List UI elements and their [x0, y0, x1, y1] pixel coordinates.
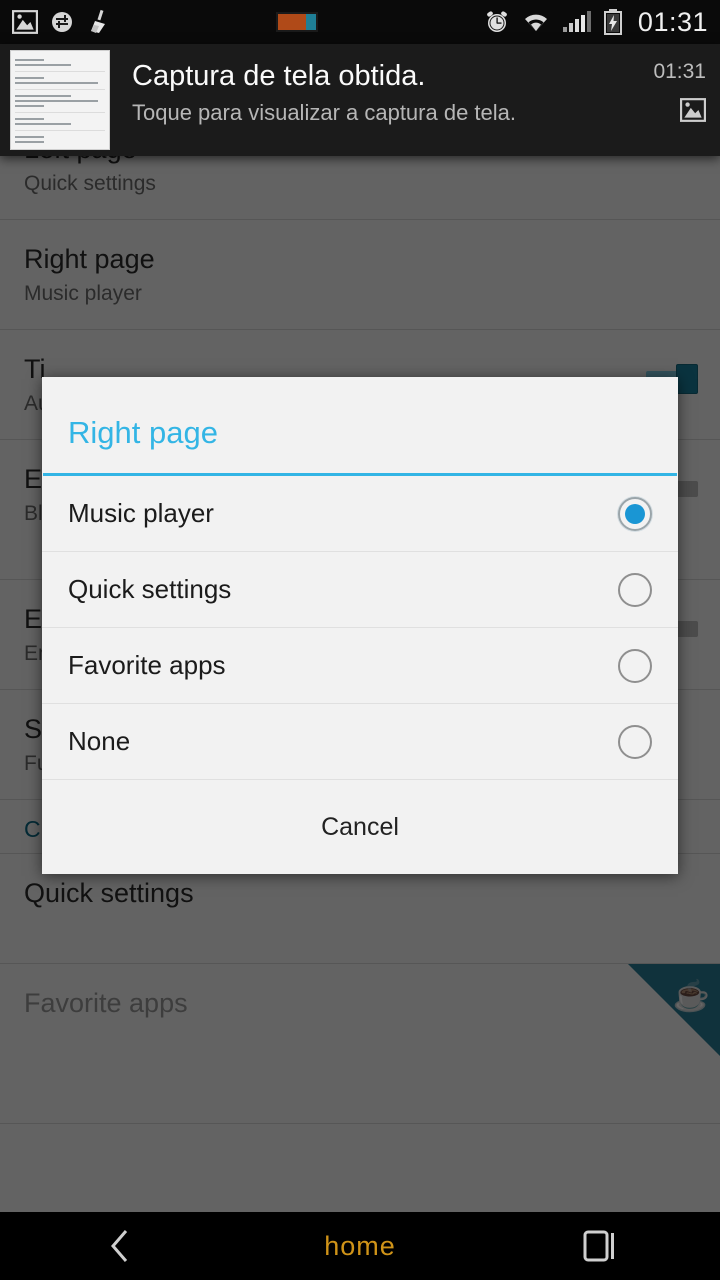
nav-back-button[interactable] [0, 1227, 240, 1265]
thumb-line [15, 59, 44, 61]
dialog-title: Right page [68, 415, 218, 450]
thumb-line [15, 118, 44, 120]
thumb-line [15, 141, 44, 143]
notification-image-icon-wrap [634, 98, 706, 122]
status-bar-center-icons [110, 12, 484, 32]
radio-button[interactable] [618, 572, 652, 607]
back-chevron-icon [107, 1227, 133, 1265]
navigation-bar: home [0, 1212, 720, 1280]
right-page-dialog: Right page Music player Quick settings F… [42, 377, 678, 874]
radio-button-selected[interactable] [618, 496, 652, 531]
download-chip-icon [275, 12, 318, 32]
cellular-signal-icon [562, 11, 592, 33]
notification-title: Captura de tela obtida. [132, 60, 426, 92]
thumb-line [15, 105, 44, 107]
cancel-button[interactable]: Cancel [321, 813, 399, 842]
notification-time: 01:31 [653, 60, 706, 83]
status-bar: 01:31 [0, 0, 720, 44]
nav-home-button[interactable]: home [240, 1231, 480, 1262]
thumb-line [15, 95, 71, 97]
status-bar-clock: 01:31 [637, 6, 708, 37]
settings-sync-icon [50, 10, 74, 34]
thumb-line [15, 123, 71, 125]
dialog-option-none[interactable]: None [42, 704, 678, 780]
option-label: Quick settings [68, 574, 232, 604]
status-bar-right-icons: 01:31 [484, 7, 708, 38]
thumb-line [15, 82, 98, 84]
dialog-option-list: Music player Quick settings Favorite app… [42, 476, 678, 780]
broom-cleaner-icon [86, 9, 110, 35]
notification-text: Captura de tela obtida. Toque para visua… [110, 44, 634, 156]
option-label: Music player [68, 498, 214, 528]
thumb-line [15, 64, 71, 66]
image-icon [12, 10, 38, 34]
status-bar-left-icons [12, 9, 110, 35]
thumb-separator [15, 112, 105, 113]
notification-meta: 01:31 [634, 44, 720, 156]
option-label: Favorite apps [68, 650, 226, 680]
notification-banner[interactable]: Captura de tela obtida. Toque para visua… [0, 44, 720, 156]
battery-charging-icon [603, 9, 622, 35]
thumb-separator [15, 130, 105, 131]
thumb-separator [15, 71, 105, 72]
nav-home-label: home [324, 1230, 396, 1261]
thumb-line [15, 100, 98, 102]
thumb-line [15, 77, 44, 79]
phone-screen: Left page Quick settings Right page Musi… [0, 0, 720, 1280]
nav-recents-button[interactable] [480, 1230, 720, 1262]
option-label: None [68, 726, 131, 756]
notification-subtitle: Toque para visualizar a captura de tela. [132, 100, 517, 125]
dialog-footer: Cancel [42, 780, 678, 874]
thumb-line [15, 136, 44, 138]
wifi-icon [522, 11, 550, 33]
dialog-option-quick-settings[interactable]: Quick settings [42, 552, 678, 628]
image-icon [680, 98, 706, 122]
recents-square-icon [583, 1230, 617, 1262]
alarm-clock-icon [484, 9, 510, 35]
dialog-option-favorite-apps[interactable]: Favorite apps [42, 628, 678, 704]
notification-thumbnail [10, 50, 110, 150]
radio-button[interactable] [618, 648, 652, 683]
thumb-separator [15, 89, 105, 90]
radio-button[interactable] [618, 724, 652, 759]
dialog-option-music-player[interactable]: Music player [42, 476, 678, 552]
